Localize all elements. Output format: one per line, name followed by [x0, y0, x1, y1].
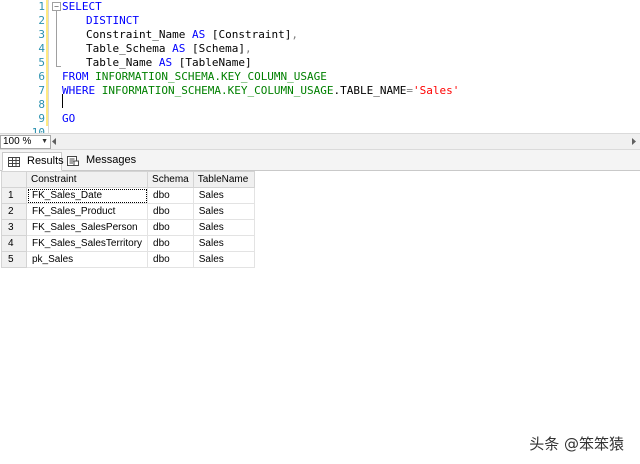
- fold-guide: [56, 11, 57, 67]
- results-grid-area: Constraint Schema TableName 1 FK_Sales_D…: [0, 171, 640, 464]
- grid-cell[interactable]: FK_Sales_Date: [25, 187, 149, 204]
- line-number-gutter: 1 2 3 4 5 6 7 8 9 10: [0, 0, 46, 139]
- code-line-1: SELECT: [62, 0, 102, 14]
- grid-cell[interactable]: Sales: [192, 219, 255, 236]
- line-number: 9: [38, 112, 45, 125]
- line-number: 6: [38, 70, 45, 83]
- code-line-2: DISTINCT: [62, 14, 139, 28]
- grid-cell[interactable]: dbo: [147, 219, 194, 236]
- column-name: Table_Schema: [86, 42, 166, 55]
- results-grid: Constraint Schema TableName 1 FK_Sales_D…: [1, 171, 255, 268]
- results-tab-bar: Results Messages: [0, 150, 640, 171]
- system-view: INFORMATION_SCHEMA.KEY_COLUMN_USAGE: [95, 70, 327, 83]
- grid-cell[interactable]: dbo: [147, 251, 194, 268]
- code-line-3: Constraint_Name AS [Constraint],: [62, 28, 298, 42]
- alias: [Schema]: [191, 42, 245, 55]
- grid-cell[interactable]: dbo: [147, 203, 194, 220]
- tab-label: Messages: [86, 154, 137, 166]
- line-number: 5: [38, 56, 45, 69]
- keyword: AS: [158, 56, 173, 69]
- alias: [TableName]: [178, 56, 252, 69]
- table-row: 1 FK_Sales_Date dbo Sales: [1, 187, 255, 204]
- table-row: 3 FK_Sales_SalesPerson dbo Sales: [1, 219, 255, 236]
- row-number-header[interactable]: [1, 171, 27, 188]
- column-header[interactable]: TableName: [192, 171, 255, 188]
- line-number: 7: [38, 84, 45, 97]
- grid-cell[interactable]: Sales: [192, 203, 255, 220]
- scroll-left-icon[interactable]: [52, 138, 56, 145]
- line-number: 3: [38, 28, 45, 41]
- alias: [Constraint]: [211, 28, 292, 41]
- code-line-5: Table_Name AS [TableName]: [62, 56, 252, 70]
- tab-label: Results: [27, 155, 64, 167]
- grid-cell[interactable]: FK_Sales_Product: [25, 203, 149, 220]
- grid-cell[interactable]: FK_Sales_SalesPerson: [25, 219, 149, 236]
- messages-icon: [67, 156, 79, 166]
- keyword: AS: [172, 42, 186, 55]
- grid-cell[interactable]: dbo: [147, 235, 194, 252]
- grid-cell[interactable]: Sales: [192, 251, 255, 268]
- grid-header-row: Constraint Schema TableName: [1, 171, 255, 188]
- keyword: AS: [191, 28, 206, 41]
- table-row: 2 FK_Sales_Product dbo Sales: [1, 203, 255, 220]
- column-header[interactable]: Constraint: [25, 171, 149, 188]
- code-line-7: WHERE INFORMATION_SCHEMA.KEY_COLUMN_USAG…: [62, 84, 459, 98]
- keyword: GO: [62, 112, 76, 125]
- code-line-4: Table_Schema AS [Schema],: [62, 42, 252, 56]
- column-name: Table_Name: [86, 56, 153, 69]
- column-name: Constraint_Name: [86, 28, 186, 41]
- line-number: 4: [38, 42, 45, 55]
- fold-guide-end: [56, 66, 61, 67]
- editor-margin-divider: [48, 0, 49, 133]
- row-number[interactable]: 4: [1, 235, 27, 252]
- comma: ,: [291, 28, 298, 41]
- grid-cell[interactable]: pk_Sales: [25, 251, 149, 268]
- collapse-region-icon[interactable]: −: [52, 2, 61, 11]
- grid-cell[interactable]: Sales: [192, 187, 255, 204]
- code-line-6: FROM INFORMATION_SCHEMA.KEY_COLUMN_USAGE: [62, 70, 327, 84]
- column-name: .TABLE_NAME: [333, 84, 407, 97]
- line-number: 2: [38, 14, 45, 27]
- grid-cell[interactable]: Sales: [192, 235, 255, 252]
- table-row: 4 FK_Sales_SalesTerritory dbo Sales: [1, 235, 255, 252]
- horizontal-scrollbar[interactable]: [52, 137, 636, 146]
- zoom-dropdown[interactable]: 100 % ▼: [0, 135, 51, 149]
- tab-results[interactable]: Results: [2, 152, 64, 171]
- text-caret: [62, 94, 63, 108]
- tab-messages[interactable]: Messages: [62, 152, 136, 169]
- line-number: 8: [38, 98, 45, 111]
- row-number[interactable]: 5: [1, 251, 27, 268]
- grid-cell[interactable]: dbo: [147, 187, 194, 204]
- table-row: 5 pk_Sales dbo Sales: [1, 251, 255, 268]
- scroll-right-icon[interactable]: [632, 138, 636, 145]
- row-number[interactable]: 1: [1, 187, 27, 204]
- dropdown-arrow-icon: ▼: [41, 138, 48, 145]
- keyword: WHERE: [62, 84, 96, 97]
- string-literal: 'Sales': [413, 84, 460, 97]
- comma: ,: [244, 42, 252, 55]
- keyword: FROM: [62, 70, 89, 83]
- grid-cell[interactable]: FK_Sales_SalesTerritory: [25, 235, 149, 252]
- grid-icon: [8, 157, 20, 167]
- column-header[interactable]: Schema: [147, 171, 194, 188]
- code-line-9: GO: [62, 112, 75, 126]
- keyword: SELECT: [62, 0, 102, 13]
- editor-status-row: 100 % ▼: [0, 133, 640, 150]
- query-editor[interactable]: 1 2 3 4 5 6 7 8 9 10 − SELECT DISTINCT C…: [0, 0, 640, 139]
- row-number[interactable]: 2: [1, 203, 27, 220]
- keyword: DISTINCT: [86, 14, 139, 27]
- row-number[interactable]: 3: [1, 219, 27, 236]
- zoom-value: 100 %: [3, 136, 32, 147]
- watermark: 头条 @笨笨猿: [529, 435, 624, 453]
- line-number: 1: [38, 0, 45, 13]
- system-view: INFORMATION_SCHEMA.KEY_COLUMN_USAGE: [101, 84, 334, 97]
